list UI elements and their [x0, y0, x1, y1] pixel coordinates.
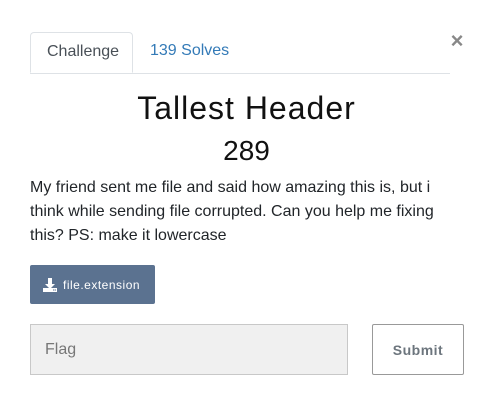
- challenge-points: 289: [223, 135, 270, 166]
- flag-input[interactable]: [30, 324, 348, 375]
- challenge-modal: × Challenge 139 Solves Tallest Header 28…: [0, 0, 493, 420]
- tab-solves[interactable]: 139 Solves: [134, 32, 245, 72]
- tab-challenge-label: Challenge: [47, 43, 120, 60]
- challenge-tabs: Challenge 139 Solves: [30, 32, 450, 74]
- submit-button[interactable]: Submit: [372, 324, 464, 375]
- challenge-description: My friend sent me file and said how amaz…: [30, 179, 434, 244]
- file-download-label: file.extension: [63, 277, 141, 292]
- download-icon: [43, 277, 57, 292]
- close-button[interactable]: ×: [448, 30, 466, 52]
- tab-challenge[interactable]: Challenge: [30, 32, 133, 73]
- file-download-button[interactable]: file.extension: [30, 265, 155, 304]
- tab-solves-label: 139 Solves: [150, 42, 230, 59]
- challenge-title: Tallest Header: [137, 90, 356, 126]
- close-icon[interactable]: ×: [451, 28, 464, 53]
